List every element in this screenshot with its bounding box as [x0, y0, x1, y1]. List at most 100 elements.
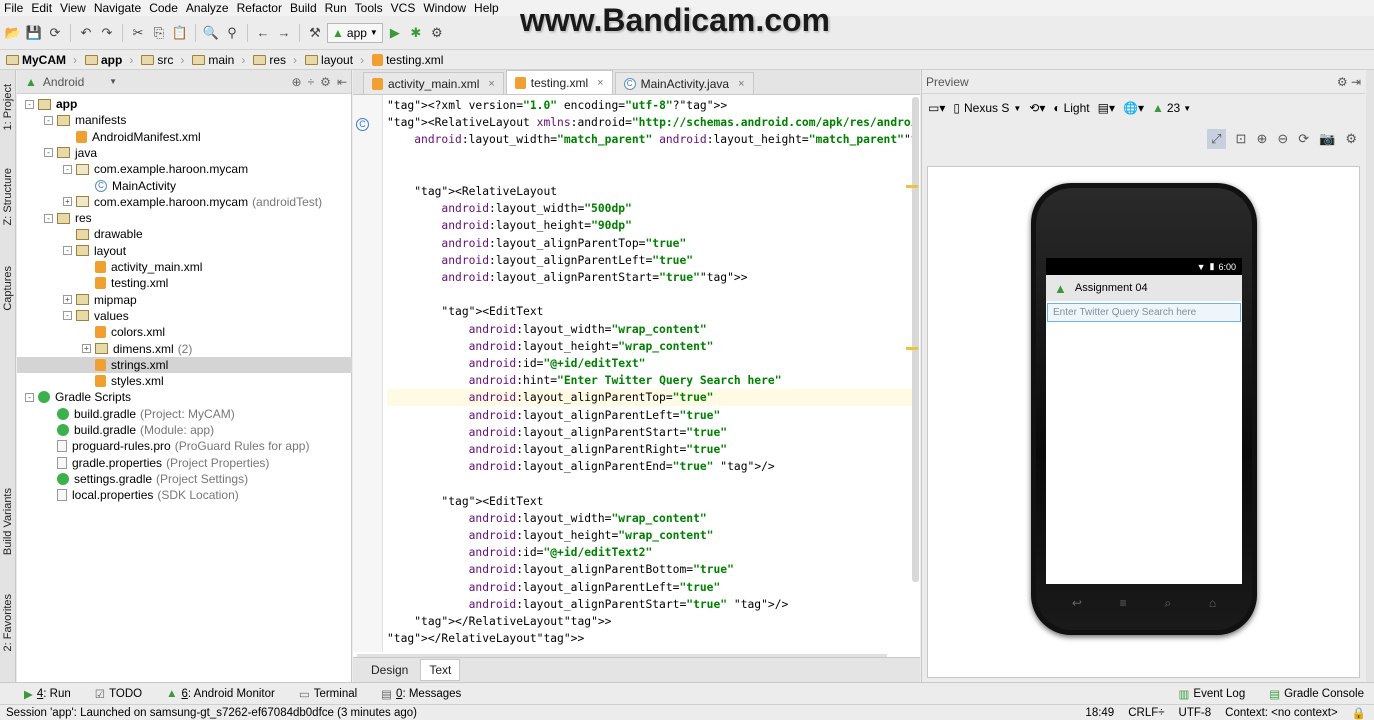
back-icon[interactable]: ←	[254, 24, 272, 42]
tool-window-event-log[interactable]: ▥ Event Log	[1179, 687, 1246, 701]
close-icon[interactable]: ×	[738, 78, 744, 90]
zoom-fit-icon[interactable]: ⤢	[1207, 129, 1226, 149]
code-line[interactable]: "tag"></RelativeLayout"tag">>	[387, 613, 917, 630]
tree-item[interactable]: settings.gradle (Project Settings)	[17, 471, 352, 487]
code-line[interactable]: android:layout_height="wrap_content"	[387, 338, 917, 355]
tree-item[interactable]: colors.xml	[17, 324, 352, 340]
menu-vcs[interactable]: VCS	[387, 1, 420, 15]
preview-gear-icon[interactable]: ⚙	[1345, 131, 1357, 147]
tree-item[interactable]: + com.example.haroon.mycam (androidTest)	[17, 194, 352, 210]
expand-toggle-icon[interactable]: -	[44, 148, 53, 158]
expand-toggle-icon[interactable]: -	[63, 246, 72, 256]
expand-toggle-icon[interactable]: +	[63, 197, 72, 207]
replace-icon[interactable]: ⚲	[223, 24, 241, 42]
expand-toggle-icon[interactable]: -	[25, 99, 34, 109]
hide-icon[interactable]: ⇥	[1351, 75, 1361, 89]
tree-item[interactable]: gradle.properties (Project Properties)	[17, 455, 352, 471]
code-line[interactable]: "tag"><RelativeLayout xmlns:android="htt…	[387, 114, 917, 131]
tool-window-run[interactable]: ▶ 4: Run	[24, 687, 71, 701]
refresh-icon[interactable]: ⟳	[1298, 131, 1309, 147]
tree-item[interactable]: - values	[17, 308, 352, 324]
forward-icon[interactable]: →	[275, 24, 293, 42]
rendering-options-icon[interactable]: ▭▾	[928, 101, 945, 115]
tab-text[interactable]: Text	[420, 659, 461, 681]
tool-window-messages[interactable]: ▤ 0: Messages	[381, 687, 461, 701]
code-area[interactable]: "tag"><?xml version="1.0" encoding="utf-…	[387, 97, 917, 652]
theme-select[interactable]: ◐ Light	[1053, 101, 1089, 115]
menu-build[interactable]: Build	[286, 1, 321, 15]
api-select[interactable]: ▲ 23 ▼	[1152, 101, 1191, 115]
code-line[interactable]: android:layout_alignParentBottom="true"	[387, 561, 917, 578]
code-line[interactable]	[387, 286, 917, 303]
code-line[interactable]: "tag"></RelativeLayout"tag">>	[387, 630, 917, 647]
menu-analyze[interactable]: Analyze	[182, 1, 233, 15]
menu-help[interactable]: Help	[470, 1, 503, 15]
class-marker-icon[interactable]: C	[356, 118, 369, 131]
editor-tab[interactable]: C MainActivity.java ×	[614, 72, 754, 94]
breadcrumb-item[interactable]: app ›	[83, 53, 139, 67]
vertical-scrollbar[interactable]	[912, 97, 919, 582]
zoom-actual-icon[interactable]: ⊡	[1236, 131, 1247, 147]
breadcrumb-item[interactable]: testing.xml	[370, 53, 449, 67]
menu-tools[interactable]: Tools	[351, 1, 387, 15]
cut-icon[interactable]: ✂	[129, 24, 147, 42]
breadcrumb-item[interactable]: main ›	[190, 53, 251, 67]
tree-item[interactable]: drawable	[17, 226, 352, 242]
code-line[interactable]: android:layout_alignParentEnd="true" "ta…	[387, 458, 917, 475]
find-icon[interactable]: 🔍	[202, 24, 220, 42]
undo-icon[interactable]: ↶	[77, 24, 95, 42]
lock-icon[interactable]: 🔒	[1352, 706, 1366, 720]
device-select[interactable]: ▯ Nexus S ▼	[953, 101, 1021, 115]
breadcrumb-item[interactable]: res ›	[251, 53, 303, 67]
tree-item[interactable]: - app	[17, 96, 352, 112]
activity-icon[interactable]: ▤▾	[1098, 101, 1115, 115]
menu-window[interactable]: Window	[419, 1, 470, 15]
scroll-from-source-icon[interactable]: ÷	[308, 75, 315, 89]
code-line[interactable]	[387, 149, 917, 166]
tree-item[interactable]: activity_main.xml	[17, 259, 352, 275]
file-encoding[interactable]: UTF-8	[1179, 707, 1212, 719]
tree-item[interactable]: proguard-rules.pro (ProGuard Rules for ap…	[17, 438, 352, 454]
code-line[interactable]	[387, 166, 917, 183]
code-line[interactable]: android:layout_alignParentLeft="true"	[387, 407, 917, 424]
attach-debugger-icon[interactable]: ⚙	[428, 24, 446, 42]
code-line[interactable]: android:layout_alignParentTop="true"	[387, 389, 917, 407]
menu-edit[interactable]: Edit	[27, 1, 56, 15]
code-line[interactable]: android:layout_alignParentTop="true"	[387, 235, 917, 252]
tool-tab-captures[interactable]: Captures	[0, 266, 16, 311]
code-line[interactable]: android:layout_width="match_parent" andr…	[387, 131, 917, 148]
tree-item[interactable]: + dimens.xml (2)	[17, 341, 352, 357]
phone-edit-text[interactable]: Enter Twitter Query Search here	[1047, 303, 1241, 322]
code-line[interactable]: android:layout_height="90dp"	[387, 217, 917, 234]
code-line[interactable]: "tag"><RelativeLayout	[387, 183, 917, 200]
tree-item[interactable]: testing.xml	[17, 275, 352, 291]
warning-marker[interactable]	[906, 185, 918, 188]
zoom-out-icon[interactable]: ⊖	[1277, 131, 1288, 147]
line-separator[interactable]: CRLF÷	[1128, 707, 1164, 719]
code-line[interactable]: android:layout_width="wrap_content"	[387, 321, 917, 338]
breadcrumb-item[interactable]: layout ›	[303, 53, 370, 67]
orientation-icon[interactable]: ⟲▾	[1029, 101, 1045, 115]
code-line[interactable]: android:layout_alignParentStart="true" "…	[387, 596, 917, 613]
tree-item[interactable]: + mipmap	[17, 292, 352, 308]
redo-icon[interactable]: ↷	[98, 24, 116, 42]
settings-gear-icon[interactable]: ⚙	[320, 75, 331, 89]
code-line[interactable]: "tag"><EditText	[387, 303, 917, 320]
tree-item[interactable]: AndroidManifest.xml	[17, 129, 352, 145]
expand-toggle-icon[interactable]: -	[63, 164, 72, 174]
code-line[interactable]: android:layout_width="wrap_content"	[387, 510, 917, 527]
locale-globe-icon[interactable]: 🌐▾	[1123, 101, 1144, 115]
code-line[interactable]: android:layout_alignParentLeft="true"	[387, 579, 917, 596]
tool-window-gradle-console[interactable]: ▤ Gradle Console	[1269, 687, 1364, 701]
tree-item[interactable]: - layout	[17, 243, 352, 259]
run-config-select[interactable]: ▲ app ▼	[327, 22, 383, 43]
tree-item[interactable]: C MainActivity	[17, 178, 352, 194]
tree-item[interactable]: strings.xml	[17, 356, 352, 373]
tool-tab-favorites[interactable]: 2: Favorites	[0, 594, 16, 651]
tree-item[interactable]: styles.xml	[17, 373, 352, 389]
run-icon[interactable]: ▶	[386, 24, 404, 42]
menu-run[interactable]: Run	[321, 1, 351, 15]
expand-toggle-icon[interactable]: -	[25, 392, 34, 402]
code-line[interactable]: android:layout_alignParentRight="true"	[387, 441, 917, 458]
code-line[interactable]: android:hint="Enter Twitter Query Search…	[387, 372, 917, 389]
